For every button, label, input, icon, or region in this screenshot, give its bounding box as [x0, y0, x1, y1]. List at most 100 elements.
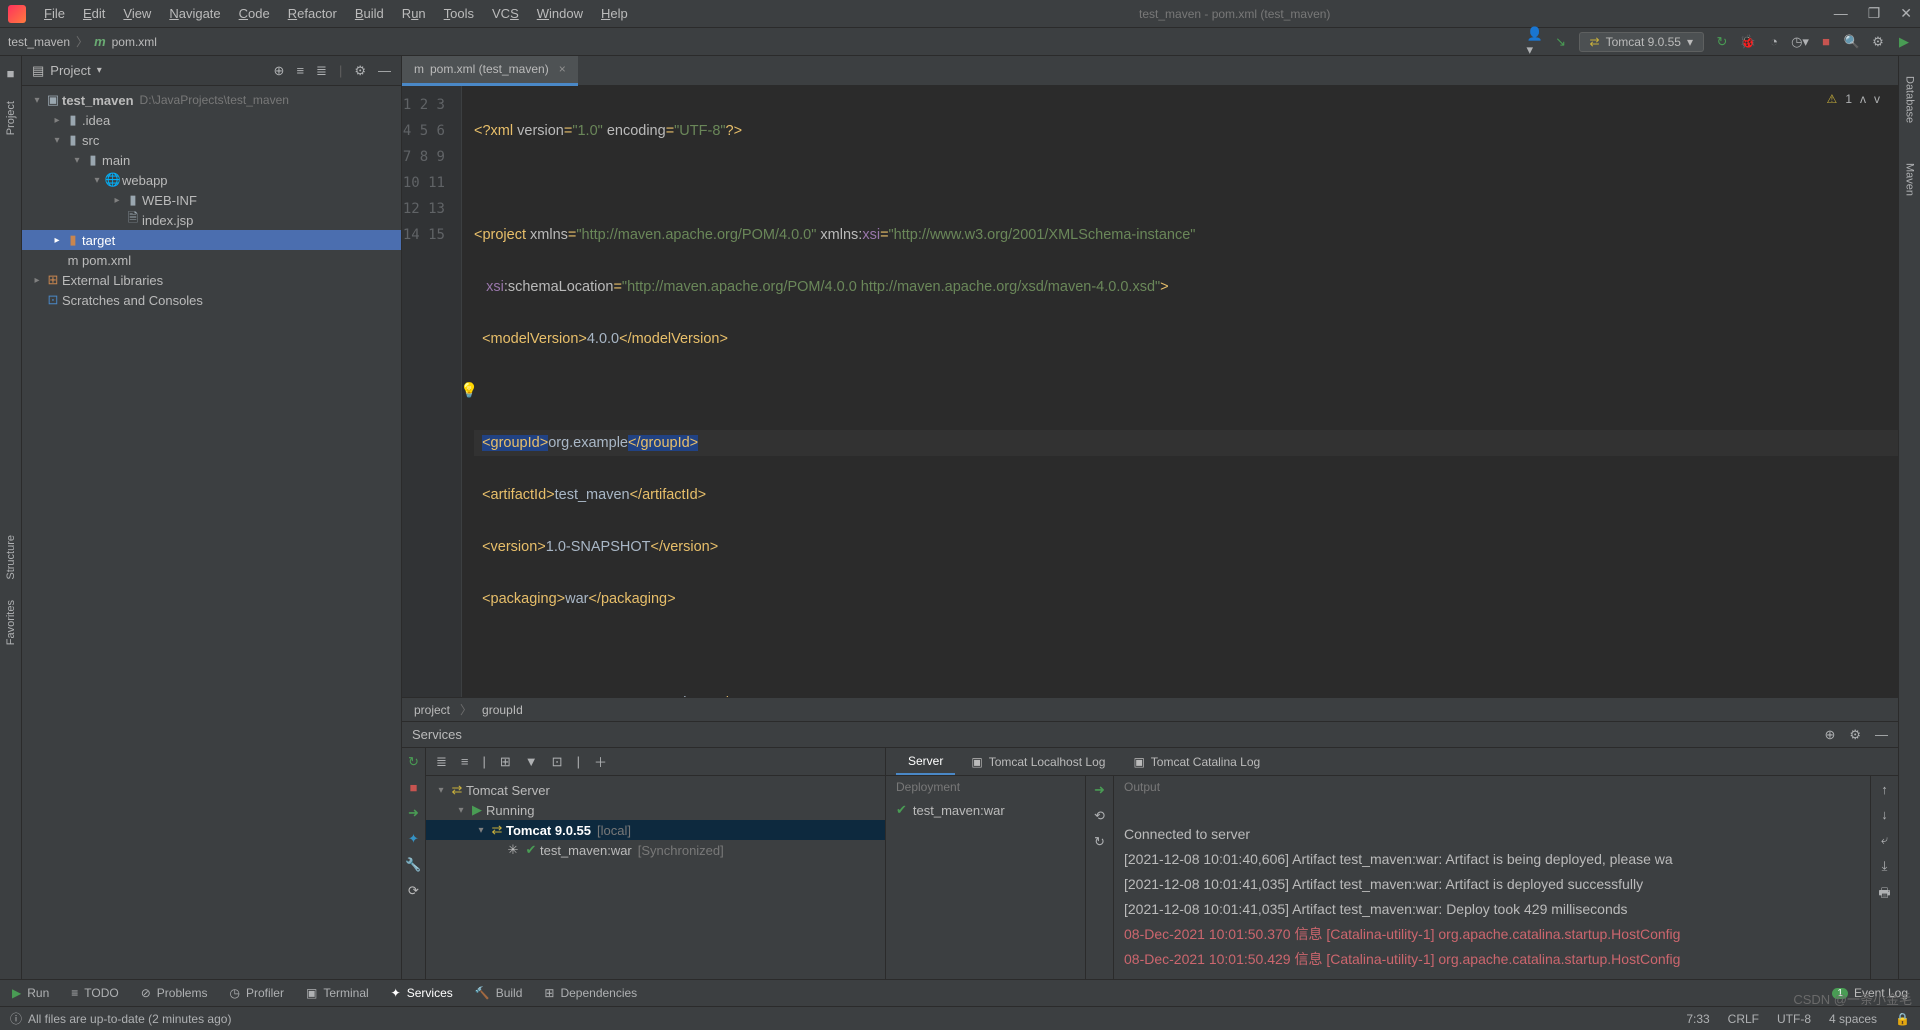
indent-info[interactable]: 4 spaces: [1829, 1012, 1877, 1026]
tree-webapp[interactable]: ▾🌐 webapp: [22, 170, 401, 190]
close-icon[interactable]: ✕: [1900, 5, 1912, 22]
deploy-item[interactable]: ✔ test_maven:war: [886, 798, 1085, 822]
menu-file[interactable]: File: [36, 2, 73, 25]
svc-tomcat-instance[interactable]: ▾⇄ Tomcat 9.0.55 [local]: [426, 820, 885, 840]
crumb-project[interactable]: project: [414, 703, 450, 717]
tool-services[interactable]: ✦Services: [391, 986, 453, 1000]
tree-pom[interactable]: m pom.xml: [22, 250, 401, 270]
menu-window[interactable]: Window: [529, 2, 591, 25]
search-icon[interactable]: 🔍: [1844, 34, 1860, 50]
scroll-end-icon[interactable]: ⤓: [1882, 858, 1888, 874]
group-icon[interactable]: ⊞: [500, 754, 511, 770]
tree-ext-libs[interactable]: ▸⊞ External Libraries: [22, 270, 401, 290]
svc-artifact[interactable]: ✳✔ test_maven:war [Synchronized]: [426, 840, 885, 860]
breadcrumb[interactable]: test_maven 〉 m pom.xml: [8, 33, 157, 50]
tree-idea[interactable]: ▸▮ .idea: [22, 110, 401, 130]
expand-all-icon[interactable]: ≣: [436, 754, 447, 770]
tree-indexjsp[interactable]: 🗎 index.jsp: [22, 210, 401, 230]
add-icon[interactable]: ＋: [594, 752, 607, 771]
soft-wrap-icon[interactable]: ⤶: [1881, 832, 1888, 848]
tree-src[interactable]: ▾▮ src: [22, 130, 401, 150]
prev-highlight-icon[interactable]: ʌ: [1860, 92, 1866, 106]
tool-database[interactable]: Database: [1904, 76, 1916, 123]
wrench-icon[interactable]: 🔧: [405, 857, 421, 873]
tree-webinf[interactable]: ▸▮ WEB-INF: [22, 190, 401, 210]
layout-icon[interactable]: ⊡: [552, 754, 563, 770]
editor-tab-pom[interactable]: m pom.xml (test_maven) ×: [402, 56, 578, 86]
expand-icon[interactable]: ⊕: [1824, 727, 1835, 743]
tab-catalina-log[interactable]: ▣Tomcat Catalina Log: [1121, 750, 1272, 774]
print-icon[interactable]: 🖶: [1878, 884, 1890, 906]
tool-run[interactable]: ▶Run: [12, 986, 49, 1000]
minimize-icon[interactable]: ―: [1834, 5, 1848, 22]
stop-icon[interactable]: ■: [1818, 34, 1834, 50]
run-icon[interactable]: ▶: [1896, 34, 1912, 50]
filter-icon[interactable]: ▼: [525, 754, 538, 769]
chevron-down-icon[interactable]: ▾: [97, 65, 102, 76]
tree-root[interactable]: ▾▣ test_maven D:\JavaProjects\test_maven: [22, 90, 401, 110]
bookmark-icon[interactable]: ■: [7, 66, 15, 81]
tool-profiler[interactable]: ◷Profiler: [229, 986, 284, 1000]
tree-main[interactable]: ▾▮ main: [22, 150, 401, 170]
locate-icon[interactable]: ⊕: [274, 63, 285, 79]
rerun-icon[interactable]: ↻: [408, 754, 419, 770]
tool-todo[interactable]: ≡TODO: [71, 986, 118, 1000]
gear-icon[interactable]: ⚙: [1849, 727, 1861, 743]
close-tab-icon[interactable]: ×: [559, 62, 566, 76]
collapse-all-icon[interactable]: ≡: [461, 754, 469, 769]
breadcrumb-project[interactable]: test_maven: [8, 35, 70, 49]
menu-edit[interactable]: Edit: [75, 2, 113, 25]
menu-code[interactable]: Code: [231, 2, 278, 25]
tab-localhost-log[interactable]: ▣Tomcat Localhost Log: [959, 750, 1117, 774]
menu-help[interactable]: Help: [593, 2, 636, 25]
rerun-icon[interactable]: ↻: [1714, 34, 1730, 50]
maximize-icon[interactable]: ❐: [1868, 5, 1881, 22]
svc-tomcat-root[interactable]: ▾⇄ Tomcat Server: [426, 780, 885, 800]
refresh-icon[interactable]: ⟳: [408, 883, 419, 899]
editor-gutter[interactable]: 1 2 3 4 5 6 7 8 9 10 11 12 13 14 15: [402, 86, 462, 697]
tool-favorites[interactable]: Favorites: [5, 600, 17, 645]
deploy-icon[interactable]: ➜: [1094, 782, 1105, 798]
lock-icon[interactable]: 🔒: [1895, 1012, 1910, 1026]
menu-build[interactable]: Build: [347, 2, 392, 25]
debug-icon[interactable]: 🐞: [1740, 34, 1756, 50]
tree-scratches[interactable]: ⊡ Scratches and Consoles: [22, 290, 401, 310]
deploy-icon[interactable]: ➜: [408, 805, 419, 821]
menu-refactor[interactable]: Refactor: [280, 2, 345, 25]
scroll-up-icon[interactable]: ↑: [1881, 782, 1888, 797]
menu-vcs[interactable]: VCS: [484, 2, 527, 25]
console-output[interactable]: Connected to server [2021-12-08 10:01:40…: [1114, 798, 1870, 979]
coverage-icon[interactable]: ◔: [1766, 34, 1782, 50]
tool-problems[interactable]: ⊘Problems: [141, 986, 208, 1000]
gear-icon[interactable]: ⚙: [1870, 34, 1886, 50]
file-encoding[interactable]: UTF-8: [1777, 1012, 1811, 1026]
editor-breadcrumb[interactable]: project 〉 groupId: [402, 697, 1898, 721]
menu-run[interactable]: Run: [394, 2, 434, 25]
hide-icon[interactable]: —: [1875, 727, 1888, 743]
refresh-icon[interactable]: ↻: [1094, 834, 1105, 850]
expand-all-icon[interactable]: ≡: [296, 63, 304, 79]
link-icon[interactable]: ⟲: [1094, 808, 1105, 824]
tool-terminal[interactable]: ▣Terminal: [306, 986, 369, 1000]
hide-icon[interactable]: —: [378, 63, 391, 79]
inspection-widget[interactable]: ⚠ 1 ʌ v: [1827, 92, 1880, 106]
hammer-icon[interactable]: ↘: [1553, 34, 1569, 50]
stop-icon[interactable]: ■: [410, 780, 418, 795]
menu-tools[interactable]: Tools: [436, 2, 482, 25]
breadcrumb-file[interactable]: pom.xml: [112, 35, 157, 49]
tree-target[interactable]: ▸▮ target: [22, 230, 401, 250]
project-dropdown-icon[interactable]: ▤: [32, 63, 44, 79]
caret-position[interactable]: 7:33: [1686, 1012, 1709, 1026]
project-panel-title[interactable]: Project: [50, 63, 90, 78]
run-config-selector[interactable]: ⇄ Tomcat 9.0.55 ▾: [1579, 32, 1704, 52]
add-user-icon[interactable]: 👤▾: [1527, 34, 1543, 50]
services-tree[interactable]: ▾⇄ Tomcat Server ▾▶ Running ▾⇄ Tomcat 9.…: [426, 776, 885, 979]
tool-structure[interactable]: Structure: [5, 535, 17, 580]
editor-code[interactable]: <?xml version="1.0" encoding="UTF-8"?> <…: [462, 86, 1898, 697]
svc-running[interactable]: ▾▶ Running: [426, 800, 885, 820]
profile-icon[interactable]: ◷▾: [1792, 34, 1808, 50]
tool-build[interactable]: 🔨Build: [475, 986, 523, 1000]
settings-icon[interactable]: ⚙: [354, 63, 366, 79]
tab-server[interactable]: Server: [896, 749, 955, 775]
tool-dependencies[interactable]: ⊞Dependencies: [544, 986, 637, 1000]
